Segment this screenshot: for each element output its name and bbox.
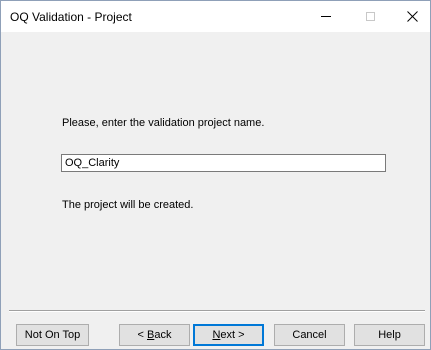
back-button[interactable]: < Back bbox=[119, 324, 190, 346]
project-name-input[interactable] bbox=[61, 154, 386, 172]
close-icon bbox=[406, 11, 418, 22]
not-on-top-button[interactable]: Not On Top bbox=[16, 324, 89, 346]
close-button[interactable] bbox=[390, 1, 431, 32]
dialog-window: OQ Validation - Project Please, enter th… bbox=[0, 0, 431, 350]
cancel-label: Cancel bbox=[292, 329, 327, 341]
window-title: OQ Validation - Project bbox=[10, 10, 132, 24]
status-message: The project will be created. bbox=[62, 199, 194, 211]
minimize-button[interactable] bbox=[304, 1, 348, 32]
back-label-rest: ack bbox=[154, 329, 172, 341]
not-on-top-label: Not On Top bbox=[24, 329, 81, 341]
help-button[interactable]: Help bbox=[354, 324, 425, 346]
back-label-mnemonic: B bbox=[147, 329, 155, 341]
separator-line bbox=[9, 310, 425, 312]
maximize-icon bbox=[365, 12, 375, 21]
back-label-prefix: < bbox=[137, 329, 147, 341]
title-bar[interactable]: OQ Validation - Project bbox=[1, 1, 430, 32]
next-label-rest: ext > bbox=[220, 329, 245, 341]
prompt-label: Please, enter the validation project nam… bbox=[62, 117, 265, 129]
next-button[interactable]: Next > bbox=[193, 324, 264, 346]
next-label-mnemonic: N bbox=[212, 329, 221, 341]
help-label: Help bbox=[378, 329, 401, 341]
minimize-icon bbox=[321, 16, 331, 17]
cancel-button[interactable]: Cancel bbox=[274, 324, 345, 346]
dialog-body: Please, enter the validation project nam… bbox=[1, 32, 430, 349]
maximize-button bbox=[348, 1, 392, 32]
